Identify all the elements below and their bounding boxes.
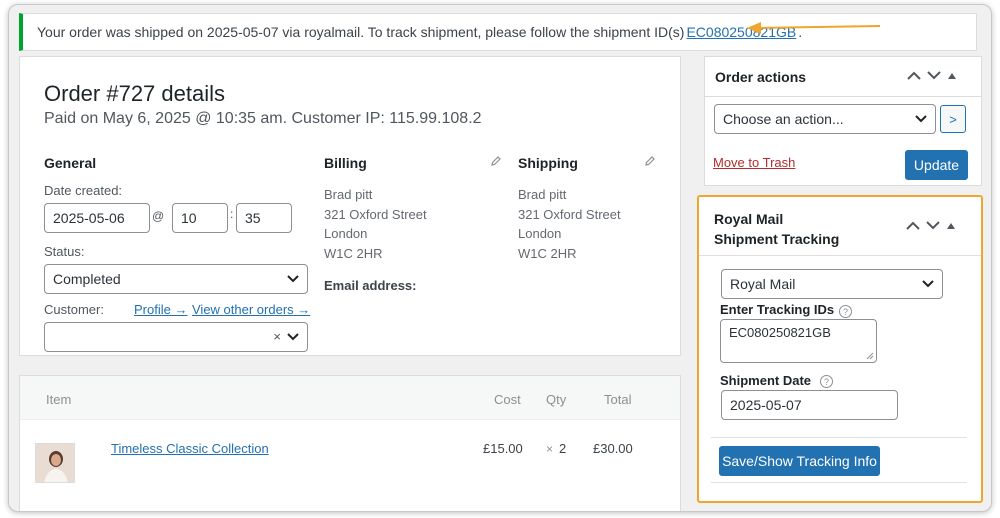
date-created-input[interactable]: 2025-05-06	[44, 203, 150, 233]
chevron-down-icon	[915, 115, 927, 123]
carrier-select[interactable]: Royal Mail	[721, 269, 943, 299]
shipment-date-value: 2025-05-07	[730, 397, 802, 413]
shipping-line: London	[518, 226, 562, 241]
shipment-date-input[interactable]: 2025-05-07	[721, 390, 898, 420]
date-created-value: 2025-05-06	[53, 210, 125, 226]
royal-mail-title: Royal Mail Shipment Tracking	[714, 209, 839, 249]
qty-column-header: Qty	[546, 392, 567, 407]
notice-text: Your order was shipped on 2025-05-07 via…	[37, 24, 685, 40]
billing-heading: Billing	[324, 155, 367, 171]
chevron-down-icon	[287, 275, 299, 283]
billing-line: London	[324, 226, 368, 241]
chevron-down-icon[interactable]	[927, 71, 941, 80]
triangle-up-icon[interactable]	[947, 72, 957, 80]
carrier-value: Royal Mail	[730, 276, 796, 292]
order-subtitle: Paid on May 6, 2025 @ 10:35 am. Customer…	[44, 110, 482, 127]
panel-divider	[711, 437, 967, 438]
order-actions-panel: Order actions Choose an action... > Move…	[704, 56, 982, 186]
product-image-icon	[36, 444, 74, 482]
item-total: £30.00	[593, 441, 633, 456]
arrow-left-annotation-icon	[747, 22, 881, 34]
billing-address: Brad pitt 321 Oxford Street London W1C 2…	[324, 185, 427, 263]
pencil-icon[interactable]	[490, 155, 502, 167]
shipping-heading: Shipping	[518, 155, 578, 171]
panel-divider	[705, 96, 981, 97]
colon-separator: :	[230, 207, 234, 221]
customer-select[interactable]: ×	[44, 322, 308, 352]
shipping-line: W1C 2HR	[518, 245, 577, 261]
chevron-up-icon[interactable]	[906, 221, 920, 230]
panel-divider	[699, 255, 981, 256]
date-created-label: Date created:	[44, 183, 123, 198]
resize-handle-icon[interactable]	[866, 352, 874, 360]
tracking-ids-label: Enter Tracking IDs	[720, 302, 835, 317]
panel-header-controls	[906, 221, 956, 230]
items-table-header: Item Cost Qty Total	[20, 376, 680, 420]
hour-value: 10	[181, 210, 197, 226]
cost-column-header: Cost	[494, 392, 521, 407]
product-name-link[interactable]: Timeless Classic Collection	[111, 441, 269, 456]
status-label: Status:	[44, 244, 85, 259]
total-column-header: Total	[604, 392, 632, 407]
item-qty: 2	[559, 441, 567, 456]
order-action-value: Choose an action...	[723, 111, 844, 127]
chevron-down-icon[interactable]	[926, 221, 940, 230]
status-value: Completed	[53, 271, 121, 287]
screenshot-frame: Your order was shipped on 2025-05-07 via…	[8, 4, 992, 512]
at-separator: @	[152, 209, 165, 223]
shipping-line: Brad pitt	[518, 187, 567, 202]
email-address-label: Email address:	[324, 278, 417, 293]
order-details-panel: Order #727 details Paid on May 6, 2025 @…	[19, 56, 681, 356]
update-button[interactable]: Update	[905, 150, 968, 180]
customer-clear-icon[interactable]: ×	[273, 329, 281, 344]
panel-divider	[711, 482, 967, 483]
apply-action-button[interactable]: >	[940, 105, 966, 133]
royal-mail-tracking-panel: Royal Mail Shipment Tracking Royal Mail …	[697, 195, 983, 503]
page-title: Order #727 details	[44, 81, 225, 106]
item-column-header: Item	[46, 392, 72, 407]
order-action-select[interactable]: Choose an action...	[714, 104, 936, 134]
chevron-down-icon	[922, 280, 934, 288]
billing-line: 321 Oxford Street	[324, 206, 427, 222]
general-heading: General	[44, 155, 97, 171]
billing-line: Brad pitt	[324, 187, 373, 202]
chevron-up-icon[interactable]	[907, 71, 921, 80]
customer-label: Customer:	[44, 302, 104, 317]
help-icon[interactable]: ?	[820, 375, 833, 388]
product-thumbnail[interactable]	[35, 443, 75, 483]
panel-header-controls	[907, 71, 957, 80]
tracking-ids-value: EC080250821GB	[729, 325, 831, 340]
billing-line: W1C 2HR	[324, 245, 383, 261]
customer-profile-link[interactable]: Profile →	[134, 302, 187, 317]
item-cost: £15.00	[483, 441, 523, 456]
help-icon[interactable]: ?	[839, 305, 852, 318]
tracking-ids-textarea[interactable]: EC080250821GB	[720, 319, 877, 363]
hour-input[interactable]: 10	[172, 203, 228, 233]
qty-multiplier: ×	[546, 442, 554, 456]
minute-input[interactable]: 35	[236, 203, 292, 233]
view-other-orders-link[interactable]: View other orders →	[192, 302, 310, 317]
minute-value: 35	[245, 210, 261, 226]
shipment-date-label: Shipment Date	[720, 373, 812, 388]
move-to-trash-link[interactable]: Move to Trash	[713, 155, 795, 170]
chevron-down-icon	[287, 333, 299, 341]
shipping-line: 321 Oxford Street	[518, 206, 621, 222]
save-tracking-button[interactable]: Save/Show Tracking Info	[719, 446, 880, 476]
pencil-icon[interactable]	[644, 155, 656, 167]
triangle-up-icon[interactable]	[946, 222, 956, 230]
royal-mail-title-line1: Royal Mail	[714, 211, 784, 227]
status-select[interactable]: Completed	[44, 264, 308, 294]
royal-mail-title-line2: Shipment Tracking	[714, 231, 840, 247]
shipping-address: Brad pitt 321 Oxford Street London W1C 2…	[518, 185, 621, 263]
order-actions-title: Order actions	[715, 69, 807, 85]
